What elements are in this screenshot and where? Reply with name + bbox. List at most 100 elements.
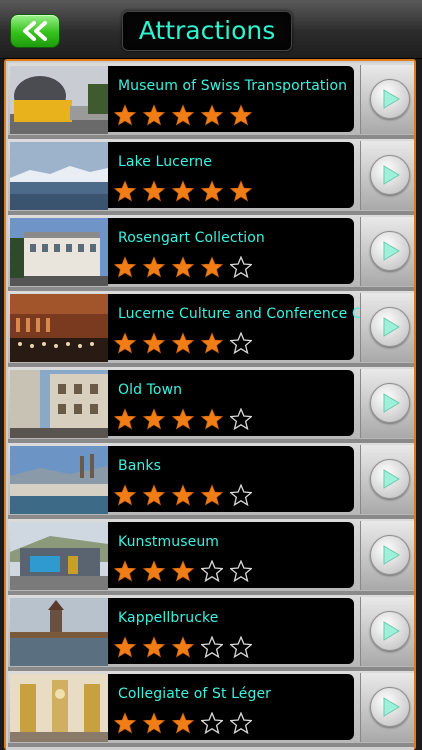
open-detail-button[interactable] (360, 293, 414, 362)
star-filled-icon (114, 560, 136, 582)
attraction-thumbnail (10, 674, 108, 742)
nav-bar: Attractions (0, 0, 422, 59)
play-arrow-icon (383, 317, 400, 337)
star-filled-icon (201, 484, 223, 506)
star-filled-icon (114, 180, 136, 202)
go-circle (370, 535, 410, 575)
attraction-info: Lucerne Culture and Conference Centre (108, 294, 399, 360)
star-filled-icon (114, 712, 136, 734)
list-body[interactable]: Museum of Swiss Transportation Lake Lucer… (6, 61, 414, 750)
go-circle (370, 307, 410, 347)
attraction-name: Kunstmuseum (118, 534, 220, 550)
go-circle (370, 383, 410, 423)
star-filled-icon (201, 408, 223, 430)
play-arrow-icon (383, 469, 400, 489)
star-filled-icon (172, 484, 194, 506)
star-filled-icon (143, 484, 165, 506)
star-empty-icon (230, 332, 252, 354)
go-circle (370, 231, 410, 271)
go-circle (370, 155, 410, 195)
star-empty-icon (230, 636, 252, 658)
star-empty-icon (201, 636, 223, 658)
attraction-info: Old Town (108, 370, 354, 436)
list-item[interactable]: Banks (8, 443, 414, 515)
attraction-thumbnail (10, 218, 108, 286)
list-item[interactable]: Museum of Swiss Transportation (8, 63, 414, 135)
star-filled-icon (201, 180, 223, 202)
star-filled-icon (172, 408, 194, 430)
attraction-name: Collegiate of St Léger (118, 686, 272, 702)
attraction-info: Banks (108, 446, 354, 512)
star-filled-icon (230, 180, 252, 202)
play-arrow-icon (383, 697, 400, 717)
go-circle (370, 79, 410, 119)
attraction-thumbnail (10, 66, 108, 134)
star-filled-icon (143, 332, 165, 354)
star-filled-icon (114, 408, 136, 430)
star-filled-icon (172, 332, 194, 354)
open-detail-button[interactable] (360, 65, 414, 134)
star-filled-icon (114, 484, 136, 506)
page-title: Attractions (122, 11, 292, 51)
star-filled-icon (172, 256, 194, 278)
attraction-info: Kunstmuseum (108, 522, 354, 588)
attraction-info: Collegiate of St Léger (108, 674, 354, 740)
star-filled-icon (114, 636, 136, 658)
star-filled-icon (143, 256, 165, 278)
play-arrow-icon (383, 89, 400, 109)
attraction-info: Museum of Swiss Transportation (108, 66, 354, 132)
attraction-thumbnail (10, 598, 108, 666)
play-arrow-icon (383, 621, 400, 641)
attraction-thumbnail (10, 142, 108, 210)
attraction-info: Rosengart Collection (108, 218, 354, 284)
open-detail-button[interactable] (360, 445, 414, 514)
attraction-name: Lucerne Culture and Conference Centre (118, 306, 400, 322)
star-filled-icon (172, 104, 194, 126)
play-arrow-icon (383, 545, 400, 565)
star-filled-icon (114, 332, 136, 354)
star-empty-icon (230, 408, 252, 430)
attraction-name: Kappellbrucke (118, 610, 219, 626)
star-empty-icon (230, 256, 252, 278)
star-filled-icon (143, 104, 165, 126)
star-empty-icon (201, 560, 223, 582)
attraction-name: Banks (118, 458, 161, 474)
attraction-name: Rosengart Collection (118, 230, 265, 246)
list-item[interactable]: Kappellbrucke (8, 595, 414, 667)
open-detail-button[interactable] (360, 141, 414, 210)
open-detail-button[interactable] (360, 217, 414, 286)
star-filled-icon (172, 560, 194, 582)
attraction-name: Lake Lucerne (118, 154, 212, 170)
attractions-list: Museum of Swiss Transportation Lake Lucer… (4, 59, 416, 750)
attraction-thumbnail (10, 446, 108, 514)
star-filled-icon (143, 180, 165, 202)
star-empty-icon (230, 712, 252, 734)
attraction-thumbnail (10, 370, 108, 438)
star-filled-icon (114, 104, 136, 126)
attraction-thumbnail (10, 294, 108, 362)
attraction-info: Kappellbrucke (108, 598, 354, 664)
star-filled-icon (172, 712, 194, 734)
list-item[interactable]: Kunstmuseum (8, 519, 414, 591)
list-item[interactable]: Lucerne Culture and Conference Centre (8, 291, 414, 363)
star-filled-icon (230, 104, 252, 126)
open-detail-button[interactable] (360, 673, 414, 742)
go-circle (370, 459, 410, 499)
star-filled-icon (201, 256, 223, 278)
star-filled-icon (143, 560, 165, 582)
list-item[interactable]: Old Town (8, 367, 414, 439)
play-arrow-icon (383, 393, 400, 413)
list-item[interactable]: Collegiate of St Léger (8, 671, 414, 743)
star-filled-icon (114, 256, 136, 278)
list-item[interactable]: Rosengart Collection (8, 215, 414, 287)
back-button[interactable] (10, 14, 60, 48)
star-filled-icon (201, 104, 223, 126)
open-detail-button[interactable] (360, 521, 414, 590)
open-detail-button[interactable] (360, 369, 414, 438)
open-detail-button[interactable] (360, 597, 414, 666)
list-item[interactable]: Lake Lucerne (8, 139, 414, 211)
star-empty-icon (201, 712, 223, 734)
go-circle (370, 687, 410, 727)
star-filled-icon (172, 180, 194, 202)
attraction-name: Old Town (118, 382, 183, 398)
